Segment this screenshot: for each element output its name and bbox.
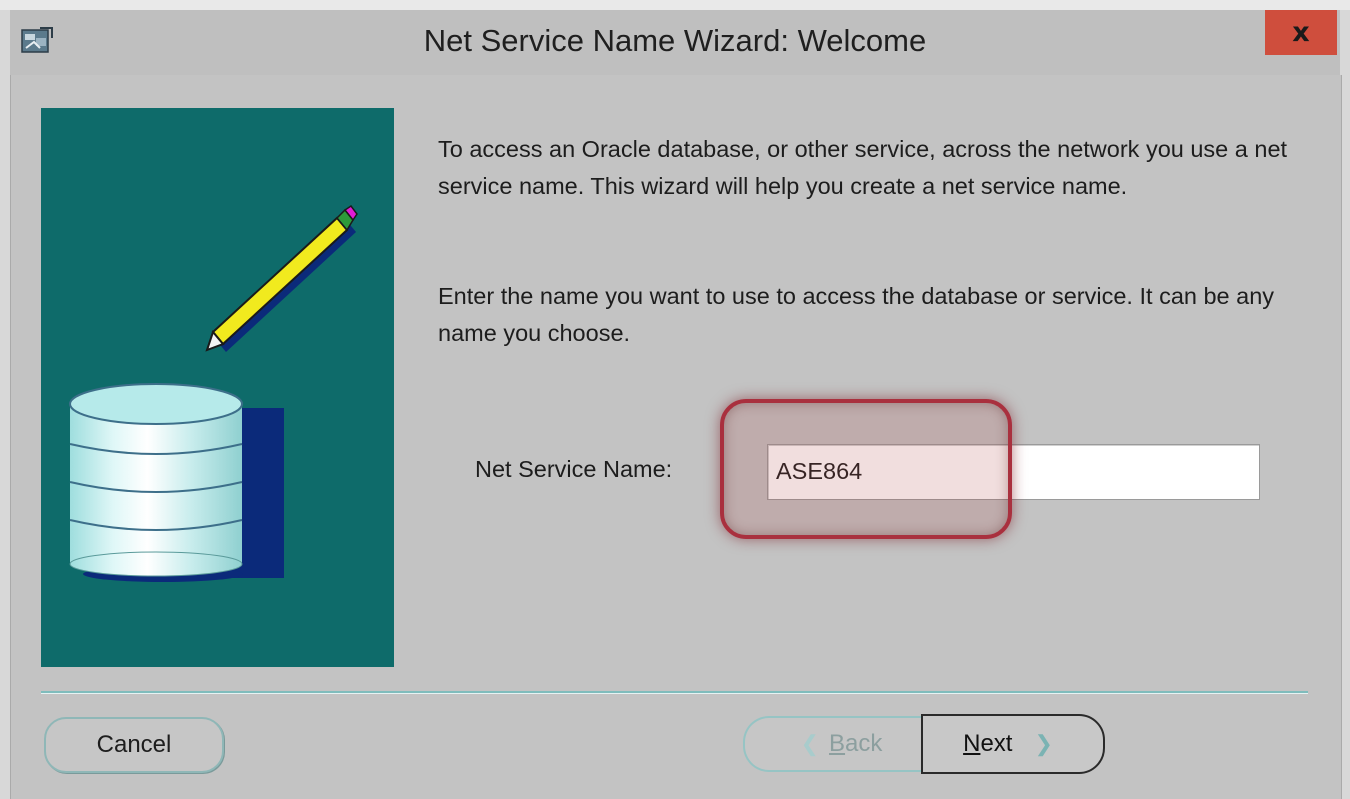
next-button[interactable]: Next ❯ xyxy=(921,714,1105,774)
cancel-button[interactable]: Cancel xyxy=(44,717,224,773)
pencil-icon xyxy=(205,204,358,352)
wizard-illustration xyxy=(41,108,394,667)
chevron-right-icon: ❯ xyxy=(1034,731,1053,756)
database-icon xyxy=(69,383,284,582)
next-label: Next xyxy=(963,730,1013,757)
title-bar[interactable]: Net Service Name Wizard: Welcome x xyxy=(10,10,1340,75)
highlight-annotation xyxy=(720,399,1012,539)
footer-separator xyxy=(41,691,1308,694)
wizard-description: To access an Oracle database, or other s… xyxy=(438,136,1288,199)
chevron-left-icon: ❮ xyxy=(800,731,820,756)
wizard-instruction: Enter the name you want to use to access… xyxy=(438,283,1275,346)
net-service-name-label: Net Service Name: xyxy=(475,456,673,482)
back-label: Back xyxy=(829,730,883,757)
window-title: Net Service Name Wizard: Welcome xyxy=(423,23,927,58)
top-strip xyxy=(0,0,1350,10)
back-button[interactable]: ❮ Back xyxy=(743,716,928,772)
close-button[interactable]: x xyxy=(1265,10,1337,55)
